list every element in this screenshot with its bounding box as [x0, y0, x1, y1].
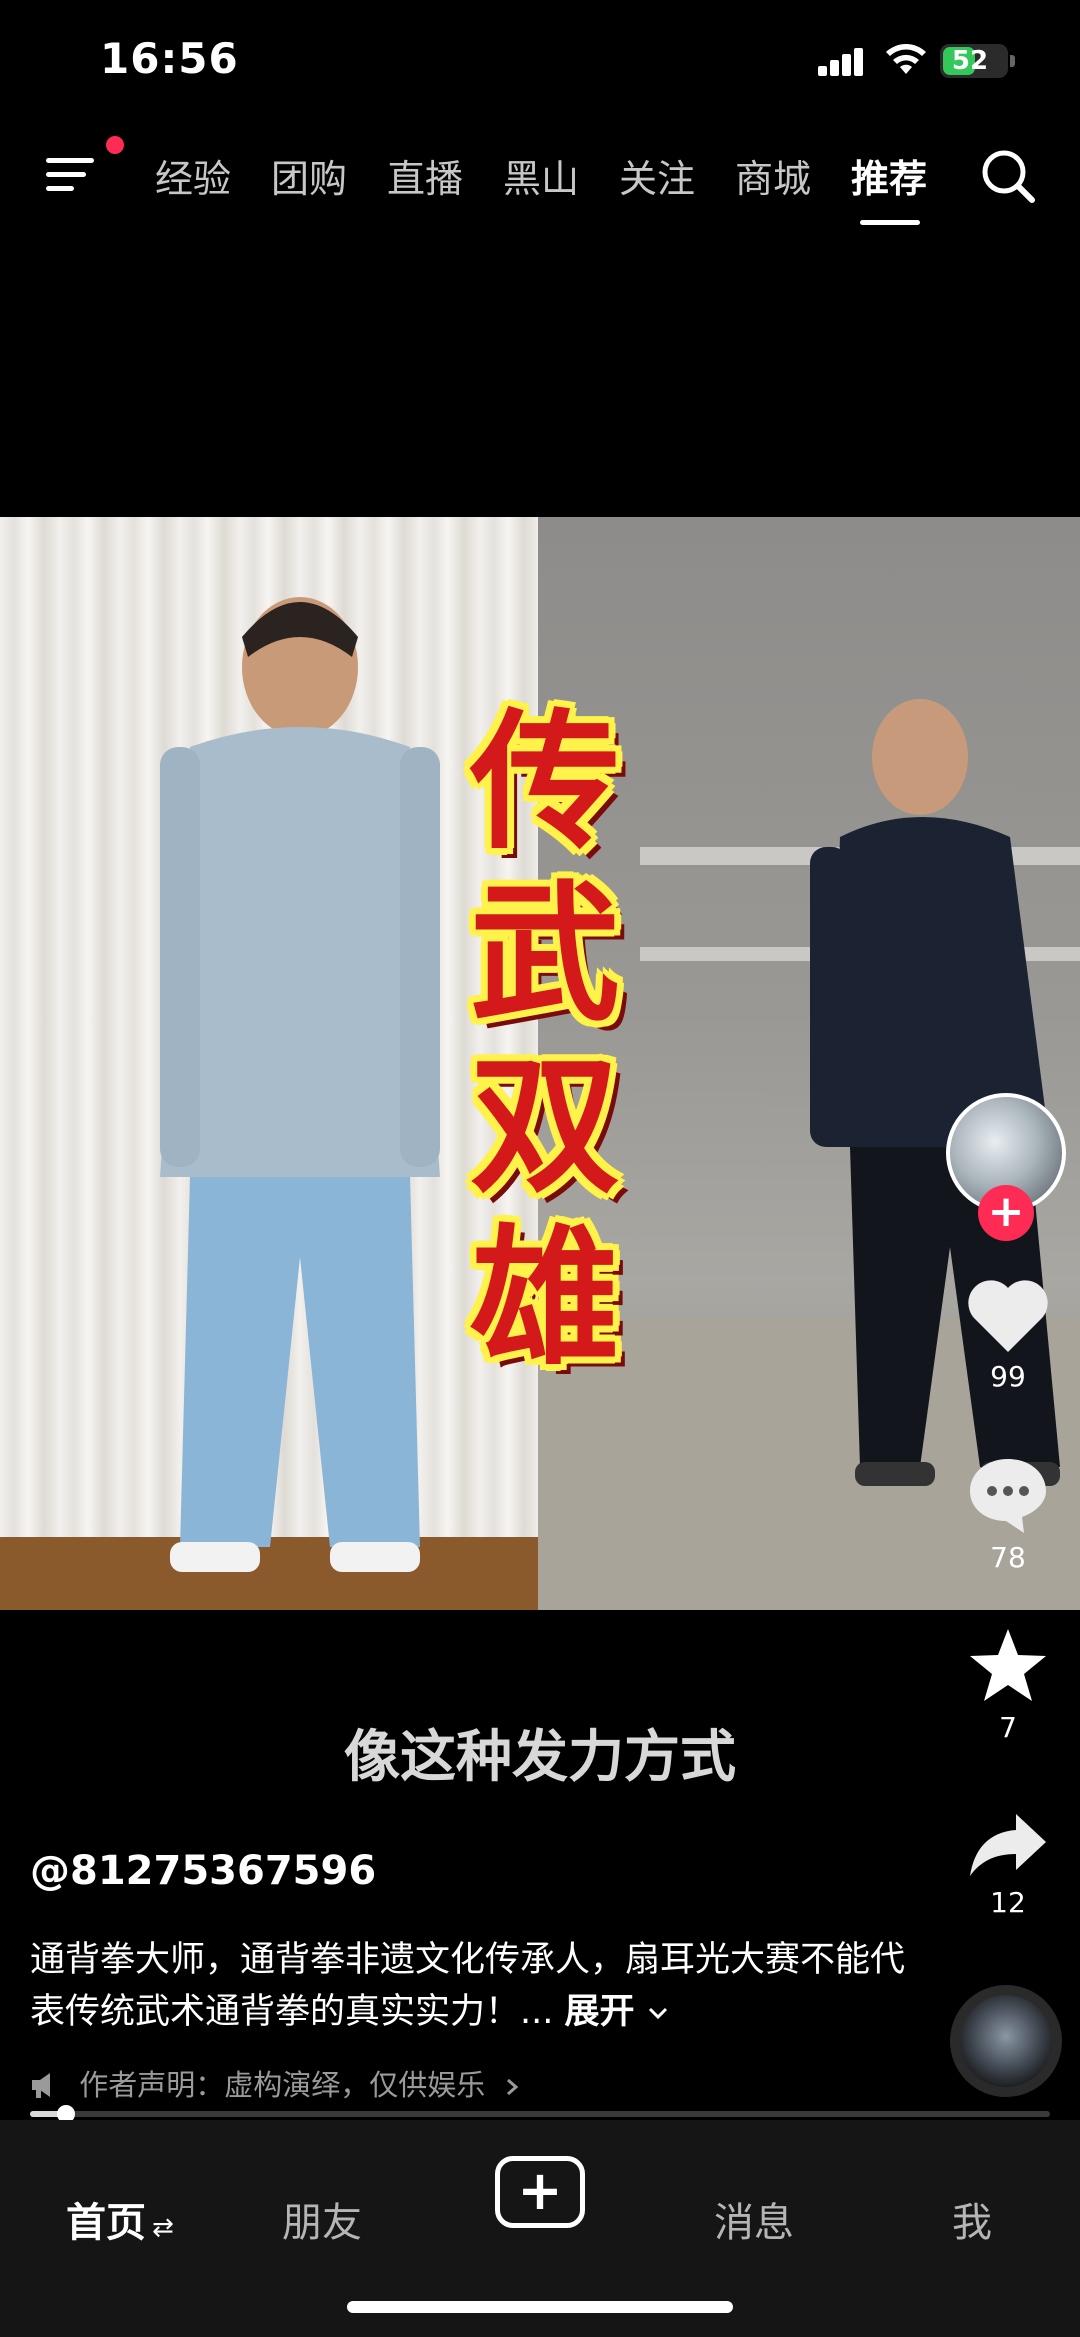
disclaimer-text: 作者声明：虚构演绎，仅供娱乐 — [79, 2068, 486, 2102]
video-title-overlay: 传 武 双 雄 — [450, 697, 640, 1385]
tab-home-label: 首页 — [66, 2200, 146, 2246]
overlay-char: 武 — [469, 868, 620, 1042]
tab-heishan[interactable]: 黑山 — [503, 148, 579, 203]
post-description: 通背拳大师，通背拳非遗文化传承人，扇耳光大赛不能代表传统武术通背拳的真实实力！.… — [30, 1934, 910, 2038]
switch-arrows-icon: ⇄ — [152, 2213, 174, 2243]
overlay-char: 传 — [469, 696, 620, 870]
chevron-right-icon — [507, 2078, 519, 2096]
menu-button[interactable] — [42, 150, 102, 200]
tab-live[interactable]: 直播 — [387, 148, 463, 203]
heart-icon — [968, 1280, 1048, 1352]
video-subtitle: 像这种发力方式 — [344, 1725, 736, 1790]
video-player[interactable]: 传 武 双 雄 — [0, 517, 1080, 1610]
person-left — [160, 597, 440, 1572]
comment-icon — [970, 1459, 1046, 1533]
search-icon — [982, 150, 1035, 203]
tab-recommended[interactable]: 推荐 — [851, 148, 927, 203]
star-icon — [970, 1629, 1046, 1701]
author-username[interactable]: @81275367596 — [30, 1848, 376, 1894]
menu-icon — [46, 158, 94, 191]
post-description-text: 通背拳大师，通背拳非遗文化传承人，扇耳光大赛不能代表传统武术通背拳的真实实力！.… — [30, 1940, 906, 2032]
comment-button[interactable]: 78 — [950, 1455, 1066, 1574]
home-indicator — [347, 2301, 733, 2313]
tab-home[interactable]: 首页 ⇄ — [66, 2190, 174, 2248]
tab-group-buy[interactable]: 团购 — [271, 148, 347, 203]
overlay-char: 雄 — [469, 1212, 620, 1386]
expand-label: 展开 — [564, 1992, 635, 2032]
create-button[interactable]: + — [495, 2156, 585, 2228]
battery-percent: 52 — [951, 46, 989, 76]
overlay-char: 双 — [469, 1040, 620, 1214]
top-nav: 经验 团购 直播 黑山 关注 商城 推荐 — [0, 130, 1080, 230]
like-button[interactable]: 99 — [950, 1278, 1066, 1393]
tab-messages[interactable]: 消息 — [714, 2190, 794, 2248]
music-disc[interactable] — [950, 1985, 1062, 2097]
share-button[interactable]: 12 — [950, 1810, 1066, 1919]
expand-button[interactable]: 展开 — [565, 1992, 669, 2032]
wifi-icon — [886, 44, 926, 74]
search-button[interactable] — [978, 146, 1038, 206]
tab-me[interactable]: 我 — [952, 2190, 992, 2248]
tab-mall[interactable]: 商城 — [735, 148, 811, 203]
comment-count: 78 — [990, 1541, 1026, 1574]
signal-icon — [818, 48, 864, 76]
tab-experience[interactable]: 经验 — [155, 148, 231, 203]
chevron-down-icon — [648, 2007, 667, 2020]
video-progress-bar[interactable] — [30, 2105, 1050, 2123]
tab-friends[interactable]: 朋友 — [282, 2190, 362, 2248]
notification-dot — [106, 136, 124, 154]
status-time: 16:56 — [100, 34, 239, 83]
share-count: 12 — [990, 1886, 1026, 1919]
megaphone-icon — [32, 2073, 50, 2098]
author-disclaimer[interactable]: 作者声明：虚构演绎，仅供娱乐 — [30, 2062, 522, 2104]
battery-cap — [1010, 55, 1015, 67]
battery-icon: 52 — [940, 44, 1008, 78]
active-tab-indicator — [860, 220, 920, 225]
status-bar: 16:56 52 — [0, 0, 1080, 120]
tab-following[interactable]: 关注 — [619, 148, 695, 203]
share-arrow-icon — [970, 1814, 1046, 1876]
follow-button[interactable]: + — [978, 1185, 1034, 1241]
like-count: 99 — [990, 1360, 1026, 1393]
